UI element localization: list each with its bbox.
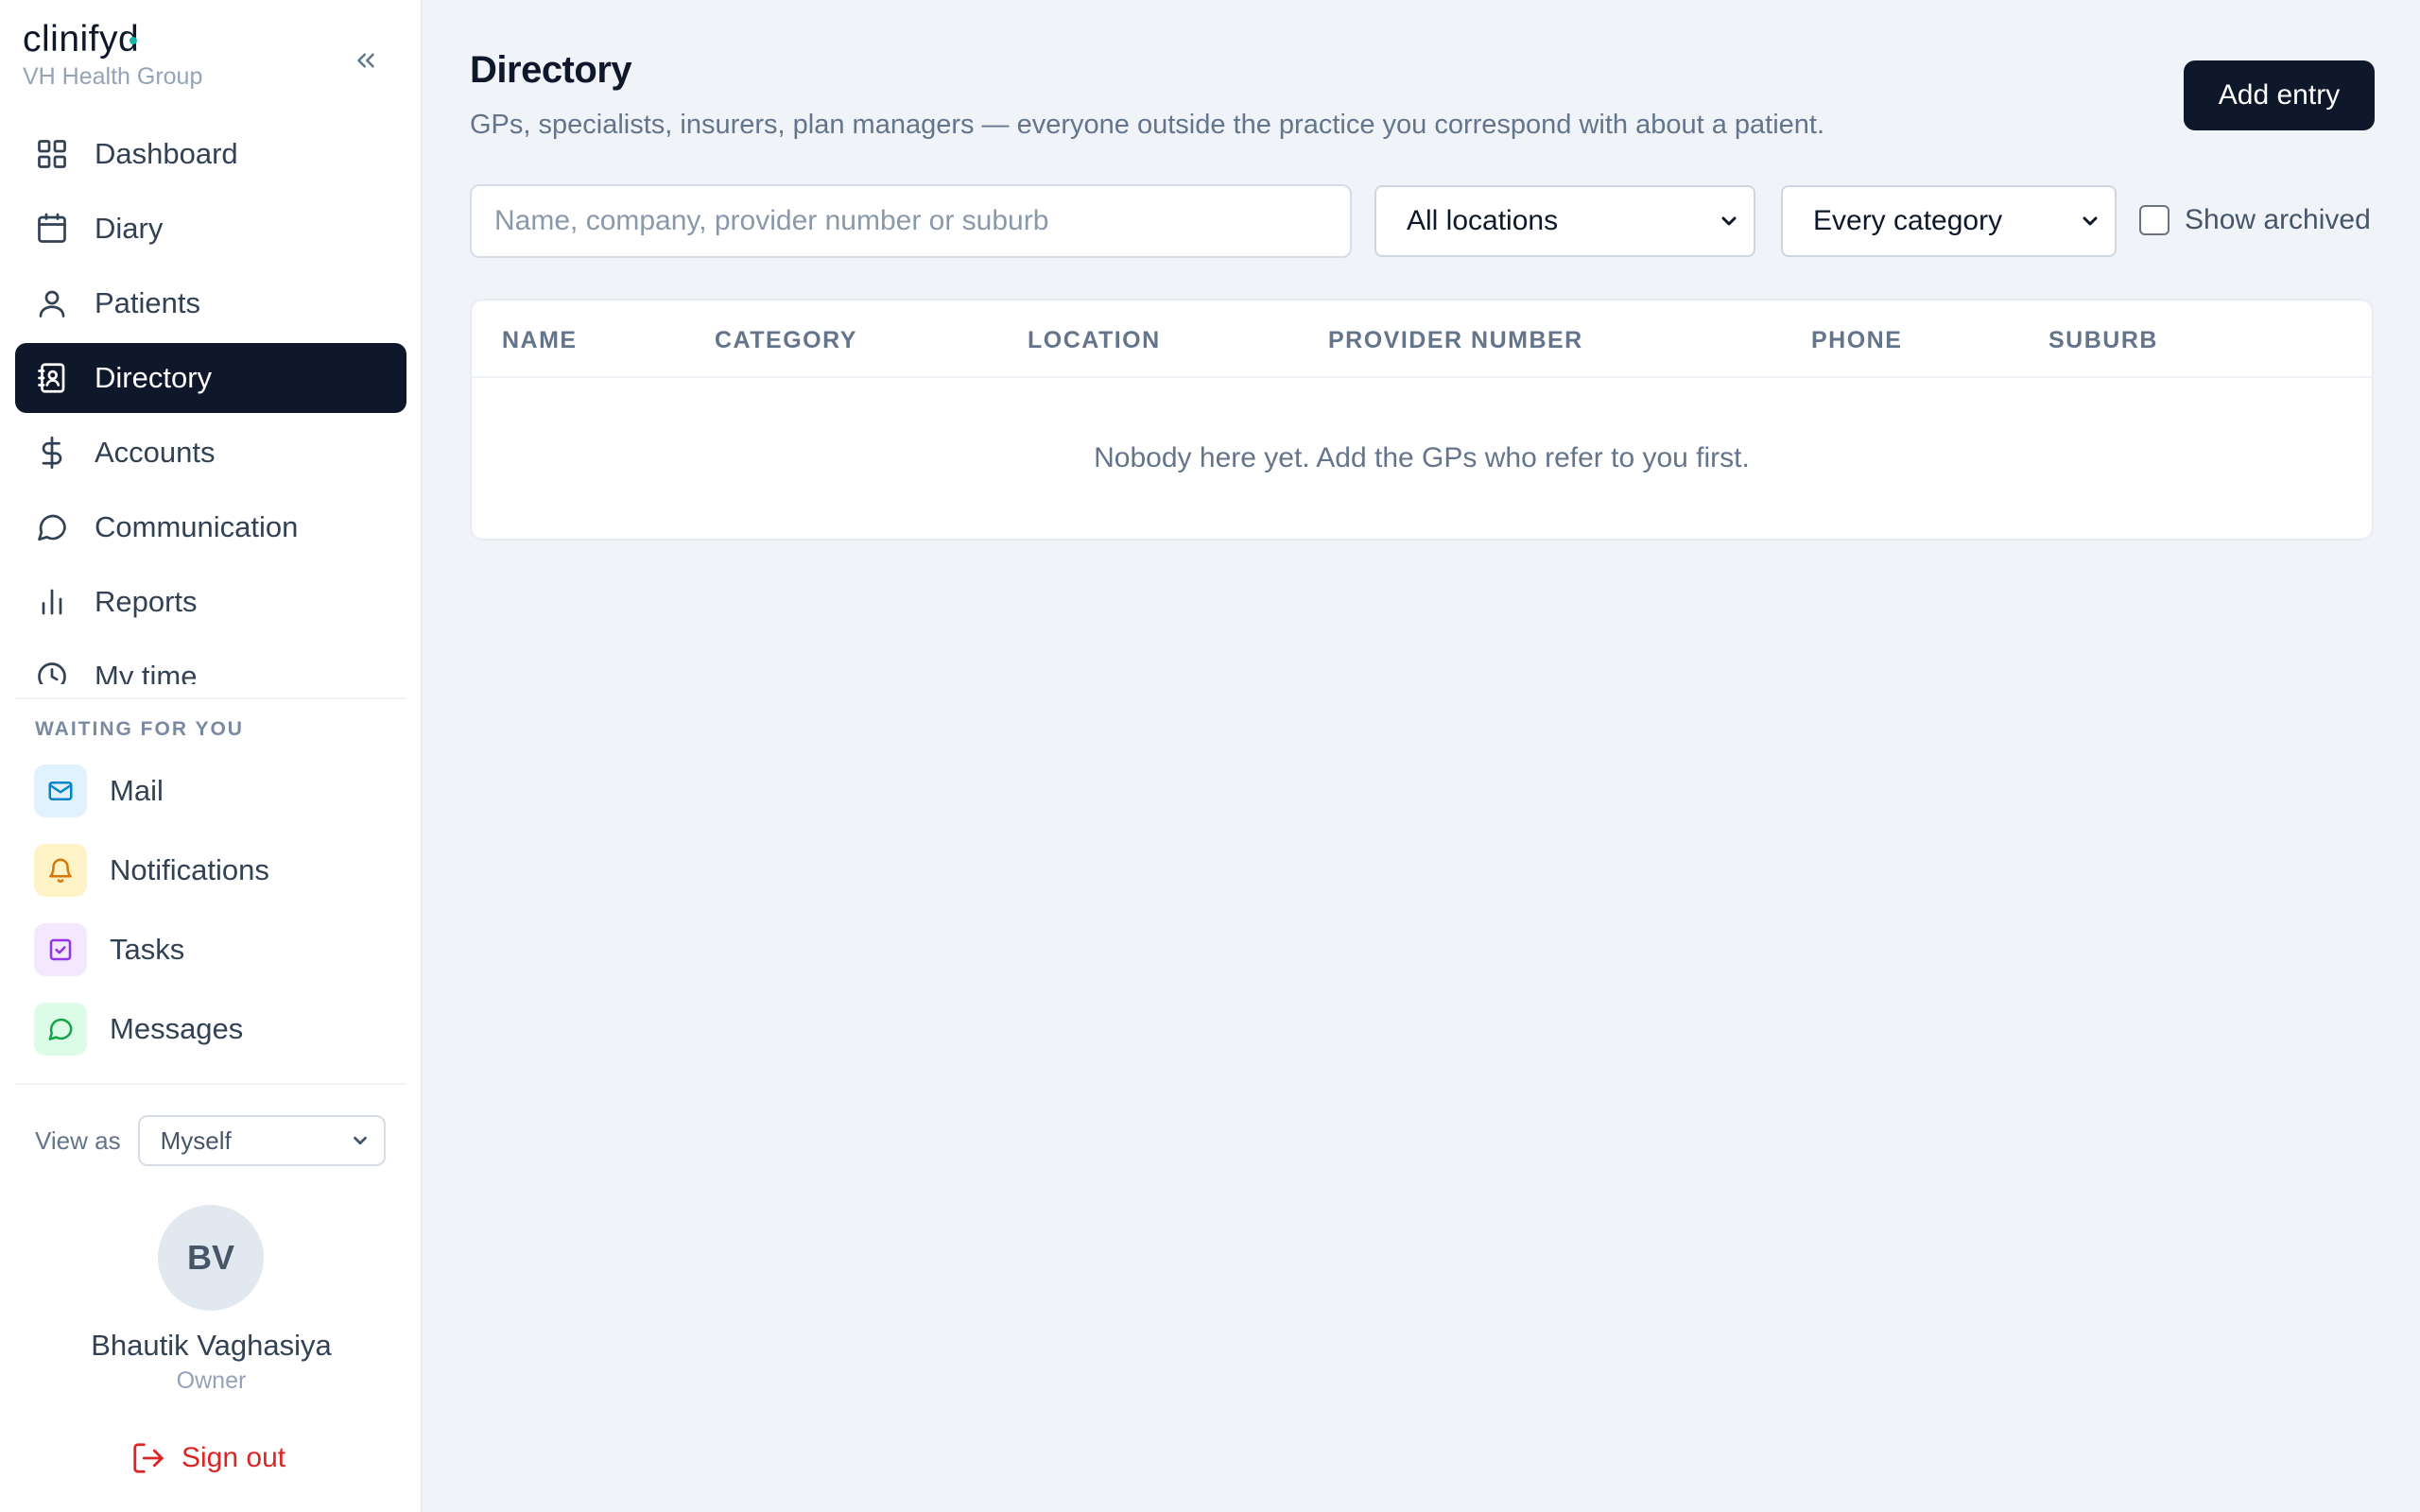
- dollar-icon: [34, 435, 70, 471]
- view-as-label: View as: [35, 1125, 121, 1155]
- show-archived-toggle[interactable]: Show archived: [2139, 204, 2371, 236]
- sidebar-divider: [15, 1083, 406, 1085]
- contacts-book-icon: [34, 360, 70, 396]
- brand: clinifyd VH Health Group: [23, 21, 202, 91]
- chevrons-left-icon: [357, 53, 374, 68]
- column-header-category[interactable]: CATEGORY: [715, 327, 857, 354]
- nav-label: Directory: [95, 361, 213, 394]
- column-header-provider-number[interactable]: PROVIDER NUMBER: [1328, 327, 1583, 354]
- column-header-location[interactable]: LOCATION: [1028, 327, 1161, 354]
- page-description: GPs, specialists, insurers, plan manager…: [470, 110, 1825, 140]
- empty-state-message: Nobody here yet. Add the GPs who refer t…: [1094, 442, 1750, 473]
- task-check-icon: [34, 923, 87, 976]
- column-header-name[interactable]: NAME: [502, 327, 578, 354]
- user-icon: [34, 285, 70, 321]
- waiting-item-label: Mail: [110, 774, 164, 807]
- search-input[interactable]: [470, 184, 1352, 258]
- column-header-suburb[interactable]: SUBURB: [2048, 327, 2158, 354]
- brand-logo[interactable]: clinifyd: [23, 21, 139, 58]
- waiting-item-mail[interactable]: Mail: [34, 764, 403, 818]
- waiting-item-tasks[interactable]: Tasks: [34, 922, 403, 977]
- sidebar-divider: [15, 697, 406, 699]
- chat-bubble-icon: [34, 509, 70, 545]
- chevron-down-icon: [353, 1136, 367, 1145]
- bar-chart-icon: [34, 584, 70, 620]
- nav-label: Patients: [95, 286, 201, 319]
- organization-name: VH Health Group: [23, 63, 203, 90]
- nav-item-dashboard[interactable]: Dashboard: [15, 119, 406, 189]
- brand-logo-text: clinifyd: [23, 19, 140, 60]
- avatar-initials: BV: [186, 1238, 234, 1277]
- waiting-list: Mail Notifications Tasks Messages: [34, 764, 403, 1081]
- user-name: Bhautik Vaghasiya: [91, 1329, 332, 1362]
- nav-label: Dashboard: [95, 137, 238, 170]
- nav-item-my-time[interactable]: My time: [15, 642, 406, 684]
- nav-item-patients[interactable]: Patients: [15, 268, 406, 338]
- message-icon: [34, 1003, 87, 1056]
- page-title: Directory: [470, 49, 632, 91]
- location-select-value: All locations: [1407, 205, 1559, 236]
- view-as-value: Myself: [160, 1125, 232, 1155]
- sign-out-button[interactable]: Sign out: [130, 1440, 285, 1476]
- waiting-section-label: WAITING FOR YOU: [35, 718, 244, 740]
- sign-out-label: Sign out: [182, 1442, 286, 1473]
- category-select[interactable]: Every category: [1781, 185, 2117, 257]
- nav-label: My time: [95, 660, 198, 684]
- waiting-item-messages[interactable]: Messages: [34, 1002, 403, 1057]
- nav-item-reports[interactable]: Reports: [15, 567, 406, 637]
- waiting-item-notifications[interactable]: Notifications: [34, 843, 403, 898]
- bell-icon: [34, 844, 87, 897]
- collapse-sidebar-button[interactable]: [346, 42, 386, 79]
- chevron-down-icon: [1721, 216, 1737, 226]
- nav-label: Accounts: [95, 436, 216, 469]
- location-select[interactable]: All locations: [1374, 185, 1755, 257]
- logout-icon: [133, 1443, 164, 1473]
- table-header: NAME CATEGORY LOCATION PROVIDER NUMBER P…: [472, 301, 2372, 378]
- main-nav: Dashboard Diary Patients Directory Accou…: [15, 119, 406, 684]
- show-archived-label: Show archived: [2185, 204, 2371, 235]
- nav-label: Diary: [95, 212, 164, 245]
- user-role: Owner: [176, 1367, 247, 1394]
- show-archived-checkbox[interactable]: [2139, 205, 2169, 235]
- directory-table: NAME CATEGORY LOCATION PROVIDER NUMBER P…: [470, 299, 2374, 541]
- waiting-item-label: Tasks: [110, 933, 185, 966]
- nav-item-accounts[interactable]: Accounts: [15, 418, 406, 488]
- nav-label: Communication: [95, 510, 299, 543]
- mail-icon: [34, 765, 87, 817]
- nav-item-directory[interactable]: Directory: [15, 343, 406, 413]
- column-header-phone[interactable]: PHONE: [1811, 327, 1902, 354]
- waiting-item-label: Notifications: [110, 853, 269, 886]
- grid-icon: [34, 136, 70, 172]
- avatar[interactable]: BV: [158, 1205, 264, 1311]
- view-as: View as Myself: [35, 1115, 386, 1166]
- add-entry-button[interactable]: Add entry: [2184, 60, 2375, 130]
- view-as-select[interactable]: Myself: [137, 1115, 386, 1166]
- chevron-down-icon: [2083, 216, 2098, 226]
- category-select-value: Every category: [1813, 205, 2003, 236]
- clock-icon: [34, 659, 70, 684]
- waiting-item-label: Messages: [110, 1012, 244, 1045]
- nav-item-diary[interactable]: Diary: [15, 194, 406, 264]
- nav-item-communication[interactable]: Communication: [15, 492, 406, 562]
- sidebar: clinifyd VH Health Group Dashboard Diary…: [0, 0, 423, 1512]
- nav-label: Reports: [95, 585, 198, 618]
- calendar-icon: [34, 211, 70, 247]
